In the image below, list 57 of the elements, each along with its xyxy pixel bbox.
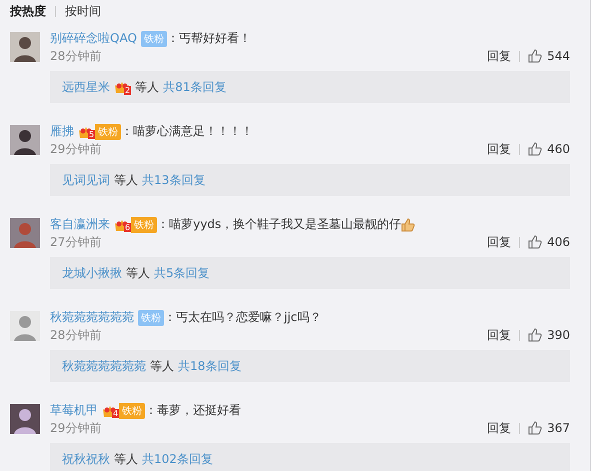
reply-user-name[interactable]: 龙城小揪揪 xyxy=(62,264,122,282)
thumbs-up-icon xyxy=(528,142,542,156)
comment-time: 27分钟前 xyxy=(50,234,102,251)
level-number: 2 xyxy=(124,86,132,95)
reply-suffix: 等人 xyxy=(114,172,138,189)
reply-user-name[interactable]: 祝秋祝秋 xyxy=(62,450,110,468)
comment-text: ：喵萝心满意足！！！！ xyxy=(121,123,254,140)
sort-tab[interactable]: 按时间 xyxy=(65,2,101,20)
comment-text: ：丐帮好好看！ xyxy=(166,30,251,47)
reply-link[interactable]: 回复 xyxy=(487,48,512,65)
fan-badge: 铁粉 xyxy=(131,216,158,232)
comment-time: 29分钟前 xyxy=(50,420,102,437)
fan-badge: 铁粉 xyxy=(140,30,167,46)
reply-count-link[interactable]: 共5条回复 xyxy=(154,264,210,282)
comment-time: 29分钟前 xyxy=(50,140,102,158)
sort-tab[interactable]: 按热度 xyxy=(10,2,46,20)
thumbs-up-icon xyxy=(528,421,542,436)
level-number: 4 xyxy=(112,409,120,418)
user-name[interactable]: 客自瀛洲来 xyxy=(50,216,110,233)
reply-suffix: 等人 xyxy=(135,78,160,96)
user-name[interactable]: 别碎碎念啦QAQ xyxy=(50,30,137,47)
fan-badge: 铁粉 xyxy=(138,310,164,326)
comment-time: 28分钟前 xyxy=(50,326,102,344)
thumbs-up-emoji-icon xyxy=(401,218,416,232)
comment-time: 28分钟前 xyxy=(50,48,102,65)
thumbs-up-icon xyxy=(528,235,542,250)
like-button[interactable]: 367 xyxy=(528,421,570,436)
reply-link[interactable]: 回复 xyxy=(487,140,512,158)
reply-count-link[interactable]: 共13条回复 xyxy=(142,172,206,189)
user-name[interactable]: 秋菀菀菀菀菀菀 xyxy=(50,309,134,326)
comment-text: ：毒萝，还挺好看 xyxy=(145,402,242,419)
user-name[interactable]: 雁拂 xyxy=(50,123,74,140)
reply-link[interactable]: 回复 xyxy=(487,326,512,344)
like-button[interactable]: 390 xyxy=(528,328,570,342)
level-number: 6 xyxy=(124,223,132,232)
reply-count-link[interactable]: 共81条回复 xyxy=(163,78,226,96)
fan-badge: 铁粉 xyxy=(119,402,146,418)
reply-suffix: 等人 xyxy=(150,358,174,375)
level-number: 5 xyxy=(88,130,96,139)
reply-count-link[interactable]: 共102条回复 xyxy=(142,450,213,468)
like-button[interactable]: 460 xyxy=(528,142,570,156)
user-name[interactable]: 草莓机甲 xyxy=(50,402,98,419)
fan-badge: 铁粉 xyxy=(95,124,122,140)
thumbs-up-icon xyxy=(528,328,542,342)
reply-suffix: 等人 xyxy=(114,450,138,468)
like-button[interactable]: 406 xyxy=(528,235,570,250)
reply-user-name[interactable]: 远西星米 xyxy=(62,78,110,96)
reply-count-link[interactable]: 共18条回复 xyxy=(178,358,242,375)
comment-text: ：丐太在吗？恋爱嘛？jjc吗？ xyxy=(164,309,322,326)
reply-user-name[interactable]: 见词见词 xyxy=(62,172,110,189)
thumbs-up-icon xyxy=(528,49,542,64)
reply-link[interactable]: 回复 xyxy=(487,234,512,251)
reply-link[interactable]: 回复 xyxy=(487,420,512,437)
like-button[interactable]: 544 xyxy=(528,49,570,64)
reply-suffix: 等人 xyxy=(126,264,150,282)
reply-user-name[interactable]: 秋菀菀菀菀菀菀 xyxy=(62,358,146,375)
comment-text: ：喵萝yyds，换个鞋子我又是圣墓山最靓的仔 xyxy=(157,216,402,233)
